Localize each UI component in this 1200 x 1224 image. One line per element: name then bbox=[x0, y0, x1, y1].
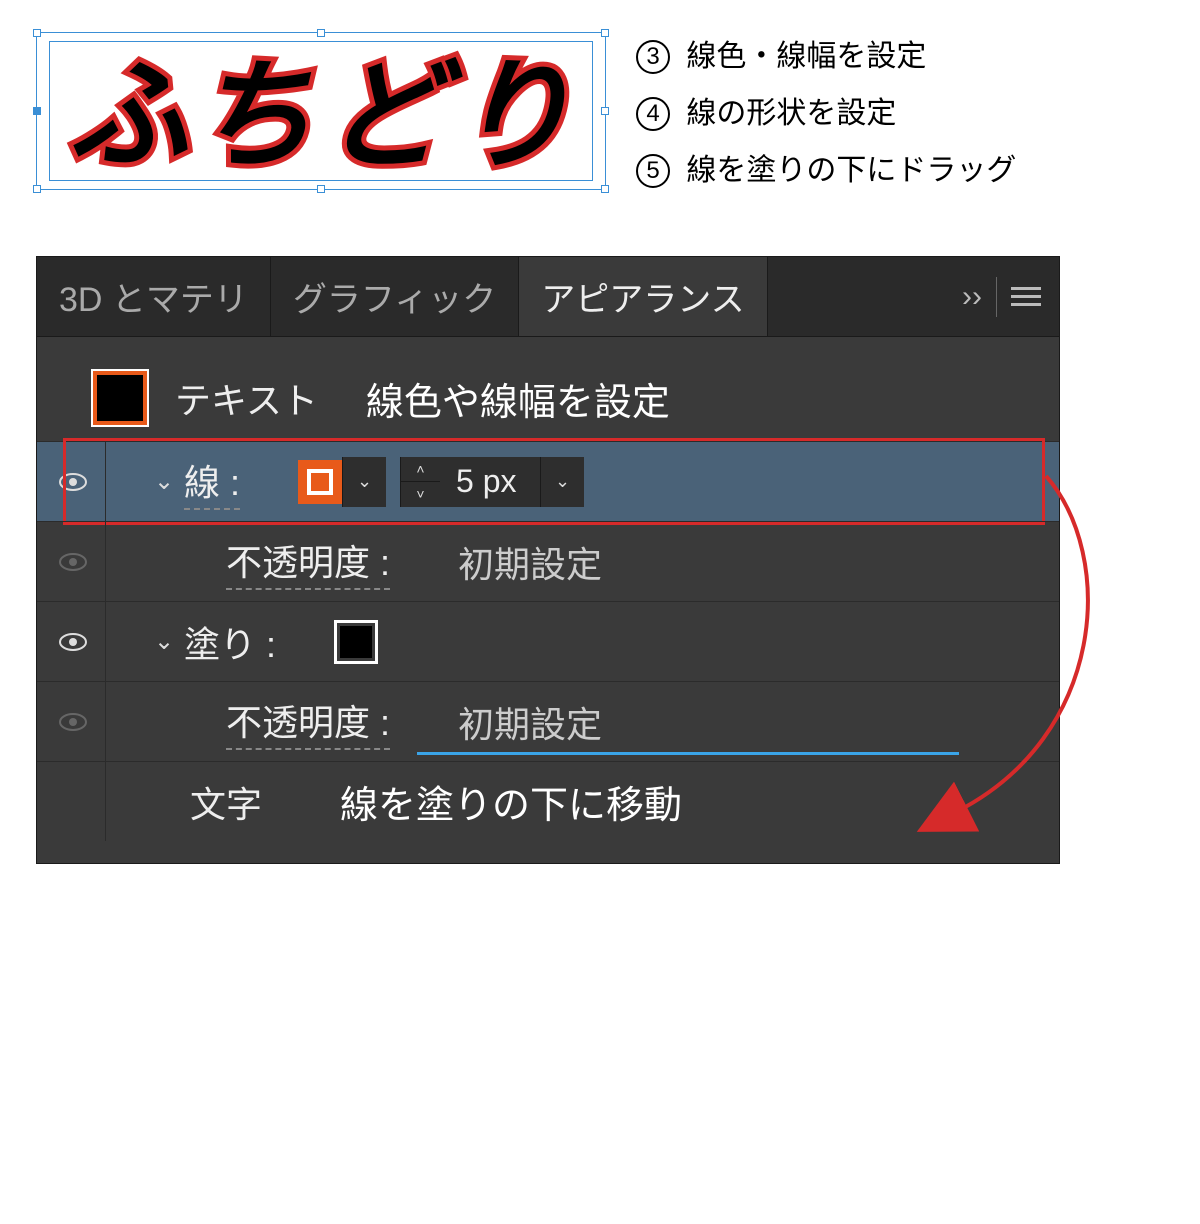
fill-color-swatch[interactable] bbox=[334, 620, 378, 664]
stroke-opacity-row[interactable]: 不透明度 : 初期設定 bbox=[37, 521, 1059, 601]
stepper-up-icon[interactable]: ˄ bbox=[401, 457, 440, 483]
stroke-color-swatch[interactable] bbox=[298, 460, 342, 504]
instruction-text: 線を塗りの下にドラッグ bbox=[686, 154, 1016, 187]
visibility-toggle-icon[interactable] bbox=[53, 712, 93, 732]
tab-graphic-styles[interactable]: グラフィック bbox=[271, 257, 519, 336]
tab-3d-materials[interactable]: 3D とマテリ bbox=[37, 257, 271, 336]
visibility-toggle-icon[interactable] bbox=[53, 472, 93, 492]
selection-handle[interactable] bbox=[601, 185, 609, 193]
opacity-label[interactable]: 不透明度 : bbox=[226, 534, 390, 590]
annotation-move-stroke: 線を塗りの下に移動 bbox=[340, 774, 682, 829]
characters-label: 文字 bbox=[190, 776, 262, 828]
opacity-value[interactable]: 初期設定 bbox=[458, 536, 602, 588]
appearance-fill-row[interactable]: ⌄ 塗り : bbox=[37, 601, 1059, 681]
fill-opacity-row[interactable]: 不透明度 : 初期設定 bbox=[37, 681, 1059, 761]
stroke-color-dropdown-icon[interactable]: ⌄ bbox=[342, 457, 386, 507]
instruction-item: 3 線色・線幅を設定 bbox=[636, 28, 1016, 85]
stroke-width-field[interactable]: 5 px bbox=[440, 457, 540, 507]
instruction-text: 線色・線幅を設定 bbox=[686, 40, 926, 73]
drop-indicator-line bbox=[417, 752, 959, 755]
tab-appearance[interactable]: アピアランス bbox=[519, 257, 767, 336]
opacity-label[interactable]: 不透明度 : bbox=[226, 694, 390, 750]
selection-handle[interactable] bbox=[601, 29, 609, 37]
stroke-width-dropdown-icon[interactable]: ⌄ bbox=[540, 457, 584, 507]
step-number-badge: 3 bbox=[636, 40, 670, 74]
divider bbox=[996, 277, 997, 317]
fill-label: 塗り : bbox=[184, 616, 276, 668]
instruction-list: 3 線色・線幅を設定 4 線の形状を設定 5 線を塗りの下にドラッグ bbox=[636, 28, 1016, 199]
step-number-badge: 5 bbox=[636, 154, 670, 188]
selection-handle[interactable] bbox=[33, 107, 41, 115]
selection-handle[interactable] bbox=[317, 29, 325, 37]
appearance-stroke-row[interactable]: ⌄ 線 : ⌄ ˄ ˅ 5 px ⌄ bbox=[37, 441, 1059, 521]
expand-toggle-icon[interactable]: ⌄ bbox=[154, 467, 184, 496]
appearance-characters-row[interactable]: 文字 線を塗りの下に移動 bbox=[37, 761, 1059, 841]
annotation-stroke-settings: 線色や線幅を設定 bbox=[366, 371, 670, 426]
panel-tabbar: 3D とマテリ グラフィック アピアランス ›› bbox=[37, 257, 1059, 337]
selection-handle[interactable] bbox=[33, 185, 41, 193]
instruction-item: 5 線を塗りの下にドラッグ bbox=[636, 142, 1016, 199]
instruction-text: 線の形状を設定 bbox=[686, 97, 896, 130]
step-number-badge: 4 bbox=[636, 97, 670, 131]
target-type-label: テキスト bbox=[175, 372, 318, 424]
appearance-target-row[interactable]: テキスト 線色や線幅を設定 bbox=[37, 355, 1059, 441]
text-selection-bounds: ふちどり bbox=[36, 32, 606, 190]
appearance-panel: 3D とマテリ グラフィック アピアランス ›› テキスト 線色や線幅を設定 ⌄ bbox=[36, 256, 1060, 864]
panel-menu-icon[interactable] bbox=[1011, 282, 1041, 311]
instruction-item: 4 線の形状を設定 bbox=[636, 85, 1016, 142]
visibility-toggle-icon[interactable] bbox=[53, 632, 93, 652]
selection-handle[interactable] bbox=[33, 29, 41, 37]
target-swatch[interactable] bbox=[93, 371, 147, 425]
expand-toggle-icon[interactable]: ⌄ bbox=[154, 627, 184, 656]
expand-tabs-icon[interactable]: ›› bbox=[962, 280, 982, 314]
selection-handle[interactable] bbox=[601, 107, 609, 115]
sample-outlined-text[interactable]: ふちどり bbox=[50, 42, 592, 192]
appearance-list: テキスト 線色や線幅を設定 ⌄ 線 : ⌄ ˄ ˅ 5 px ⌄ bbox=[37, 337, 1059, 863]
visibility-toggle-icon[interactable] bbox=[53, 552, 93, 572]
text-baseline-box: ふちどり bbox=[49, 41, 593, 181]
opacity-value[interactable]: 初期設定 bbox=[458, 696, 602, 748]
stroke-label[interactable]: 線 : bbox=[184, 454, 240, 510]
stroke-width-stepper[interactable]: ˄ ˅ bbox=[400, 457, 440, 507]
stepper-down-icon[interactable]: ˅ bbox=[401, 482, 440, 507]
